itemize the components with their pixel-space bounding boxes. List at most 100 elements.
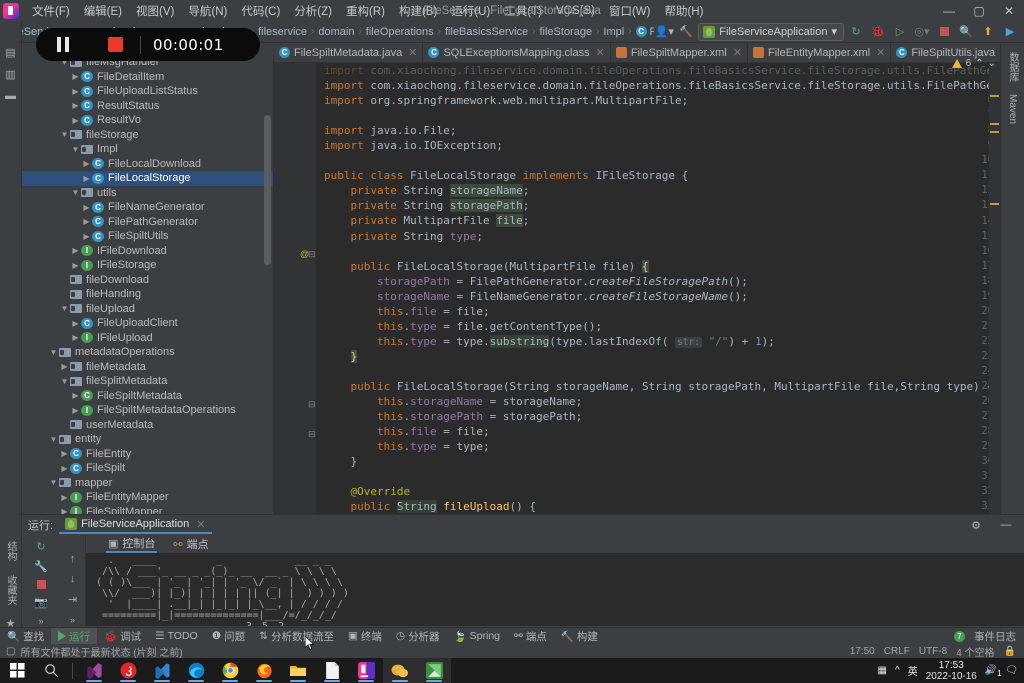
close-icon[interactable]: ✕ bbox=[733, 46, 742, 59]
status-profiler[interactable]: ◷ 分析器 bbox=[389, 628, 447, 645]
menu-item-tools[interactable]: 工具(T) bbox=[497, 1, 549, 21]
windows-start-icon[interactable] bbox=[0, 658, 34, 683]
menu-item-window[interactable]: 窗口(W) bbox=[602, 1, 658, 21]
chevron-right-icon[interactable]: ▶ bbox=[70, 261, 81, 270]
menu-item-edit[interactable]: 编辑(E) bbox=[77, 1, 129, 21]
close-button[interactable]: ✕ bbox=[994, 0, 1024, 21]
tree-node[interactable]: ▶ C ResultVo bbox=[22, 113, 273, 128]
fold-icon[interactable]: ⊟ bbox=[308, 249, 316, 260]
file-explorer-icon[interactable] bbox=[281, 658, 315, 683]
chevron-right-icon[interactable]: ▶ bbox=[70, 333, 81, 342]
stripe-marker-warning[interactable] bbox=[990, 123, 999, 125]
chevron-down-icon[interactable]: ▼ bbox=[59, 304, 70, 313]
chevron-right-icon[interactable]: ▶ bbox=[59, 420, 70, 429]
profiler-button[interactable]: ◎▾ bbox=[912, 22, 932, 41]
settings-gear-icon[interactable]: ⚙ bbox=[966, 516, 986, 535]
menu-item-refactor[interactable]: 重构(R) bbox=[339, 1, 392, 21]
run-configuration-selector[interactable]: FileServiceApplication ▾ bbox=[698, 22, 844, 41]
breadcrumb-item-8[interactable]: fileOperations bbox=[364, 25, 436, 39]
chevron-right-icon[interactable]: ▶ bbox=[70, 246, 81, 255]
minimize-button[interactable]: — bbox=[934, 0, 964, 21]
menu-item-vcs[interactable]: VCS(S) bbox=[549, 3, 602, 19]
stripe-marker-warning[interactable] bbox=[990, 131, 999, 133]
next-highlight-icon[interactable]: ⌄ bbox=[988, 58, 996, 69]
volume-icon[interactable]: 🔊 1 bbox=[985, 665, 1005, 679]
status-todo[interactable]: ☰ TODO bbox=[148, 629, 205, 643]
chevron-right-icon[interactable]: ▶ bbox=[70, 319, 81, 328]
wechat-icon[interactable] bbox=[383, 658, 417, 683]
scroll-up-icon[interactable]: ↑ bbox=[66, 553, 80, 565]
chevron-right-icon[interactable]: ▶ bbox=[59, 449, 70, 458]
ime-language-icon[interactable]: 英 bbox=[908, 663, 918, 678]
recorder-pause-button[interactable] bbox=[36, 37, 90, 52]
indent-setting[interactable]: 4 个空格 bbox=[956, 644, 994, 659]
update-project-button[interactable]: ⬆ bbox=[978, 22, 998, 41]
chevron-right-icon[interactable]: ▶ bbox=[81, 159, 92, 168]
tool-window-maven[interactable]: Maven bbox=[1006, 91, 1019, 127]
user-avatar-icon[interactable]: 👤▾ bbox=[654, 22, 674, 41]
stop-button[interactable] bbox=[934, 22, 954, 41]
tree-node[interactable]: ▶ C ResultStatus bbox=[22, 99, 273, 114]
tree-node[interactable]: ▶ I IFileDownload bbox=[22, 244, 273, 259]
tree-node[interactable]: ▶ fileDownload bbox=[22, 273, 273, 288]
chevron-right-icon[interactable]: ▶ bbox=[81, 174, 92, 183]
tree-node[interactable]: ▼ mapper bbox=[22, 476, 273, 491]
more-icon[interactable]: » bbox=[66, 614, 80, 626]
editor-tab-filespiltmapper-xml[interactable]: FileSpiltMapper.xml ✕ bbox=[611, 43, 749, 62]
chevron-right-icon[interactable]: ▶ bbox=[70, 72, 81, 81]
notepad-icon[interactable] bbox=[315, 658, 349, 683]
chevron-down-icon[interactable]: ▼ bbox=[48, 435, 59, 444]
fold-icon[interactable]: ⊟ bbox=[308, 429, 316, 440]
menu-item-analyze[interactable]: 分析(Z) bbox=[287, 1, 339, 21]
prev-highlight-icon[interactable]: ⌃ bbox=[975, 58, 983, 69]
status-debug[interactable]: 🐞 调试 bbox=[97, 628, 148, 645]
menu-item-run[interactable]: 运行(U) bbox=[444, 1, 497, 21]
tool-window-database[interactable]: 数据库 bbox=[1004, 49, 1021, 85]
chevron-right-icon[interactable]: ▶ bbox=[59, 275, 70, 284]
tree-node[interactable]: ▶ I FileSpiltMapper bbox=[22, 505, 273, 514]
search-icon[interactable] bbox=[34, 658, 68, 683]
tree-node[interactable]: ▶ C FileEntity bbox=[22, 447, 273, 462]
editor-error-stripe[interactable] bbox=[989, 63, 1000, 514]
camera-icon[interactable]: 📷 bbox=[34, 596, 48, 609]
tree-node[interactable]: ▶ C FileDetailItem bbox=[22, 70, 273, 85]
tree-node[interactable]: ▶ C FileSpilt bbox=[22, 461, 273, 476]
chevron-right-icon[interactable]: ▶ bbox=[70, 406, 81, 415]
chevron-right-icon[interactable]: ▶ bbox=[59, 362, 70, 371]
tree-node[interactable]: ▼ fileSplitMetadata bbox=[22, 374, 273, 389]
lock-icon[interactable]: 🔒 bbox=[1004, 646, 1016, 657]
breadcrumb-item-11[interactable]: Impl bbox=[601, 25, 626, 39]
menu-item-view[interactable]: 视图(V) bbox=[129, 1, 181, 21]
chevron-right-icon[interactable]: ▶ bbox=[81, 232, 92, 241]
line-separator[interactable]: CRLF bbox=[884, 646, 910, 657]
editor-tab-sqlexceptionsmapping[interactable]: C SQLExceptionsMapping.class ✕ bbox=[423, 43, 611, 62]
firefox-icon[interactable] bbox=[247, 658, 281, 683]
vscode-icon[interactable] bbox=[145, 658, 179, 683]
tree-node[interactable]: ▼ metadataOperations bbox=[22, 345, 273, 360]
soft-wrap-icon[interactable]: ⇥ bbox=[66, 593, 80, 606]
close-icon[interactable]: ✕ bbox=[408, 46, 417, 59]
close-icon[interactable]: ✕ bbox=[196, 518, 205, 531]
status-spring[interactable]: 🍃 Spring bbox=[447, 629, 507, 644]
stripe-marker-warning[interactable] bbox=[990, 203, 999, 205]
chevron-down-icon[interactable]: ▼ bbox=[70, 188, 81, 197]
tree-node[interactable]: ▶ userMetadata bbox=[22, 418, 273, 433]
tool-window-favorites[interactable]: 收藏夹 bbox=[2, 572, 19, 608]
chevron-right-icon[interactable]: ▶ bbox=[81, 217, 92, 226]
code-content[interactable]: import com.xiaochong.fileservice.domain.… bbox=[316, 63, 1000, 514]
tree-node[interactable]: ▶ C FileLocalDownload bbox=[22, 157, 273, 172]
tree-node[interactable]: ▶ C FileUploadListStatus bbox=[22, 84, 273, 99]
clock[interactable]: 17:53 2022-10-16 bbox=[926, 660, 977, 682]
chevron-right-icon[interactable]: ▶ bbox=[70, 391, 81, 400]
tree-node[interactable]: ▶ fileMetadata bbox=[22, 360, 273, 375]
chevron-right-icon[interactable]: ▶ bbox=[81, 203, 92, 212]
rerun-icon[interactable]: ↻ bbox=[34, 540, 48, 553]
menu-item-navigate[interactable]: 导航(N) bbox=[181, 1, 234, 21]
scroll-down-icon[interactable]: ↓ bbox=[66, 573, 80, 585]
notifications-icon[interactable]: 🗨 bbox=[1005, 665, 1018, 676]
folder-icon[interactable]: ▬ bbox=[4, 89, 18, 103]
tree-node[interactable]: ▼ Impl bbox=[22, 142, 273, 157]
status-terminal[interactable]: ▣ 终端 bbox=[341, 628, 389, 645]
tree-node[interactable]: ▼ fileStorage bbox=[22, 128, 273, 143]
event-log-label[interactable]: 事件日志 bbox=[974, 629, 1016, 644]
